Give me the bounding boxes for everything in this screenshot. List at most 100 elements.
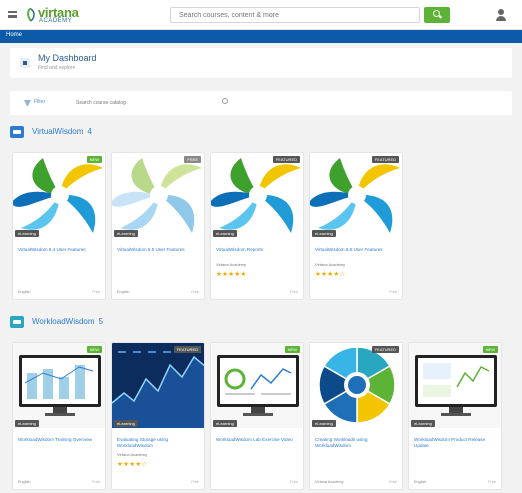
breadcrumb-home[interactable]: Home	[6, 32, 22, 38]
course-provider: Virtana Academy	[216, 262, 247, 267]
course-language: English	[414, 480, 427, 484]
status-badge: FEATURED	[371, 346, 399, 353]
search-icon	[433, 10, 440, 17]
course-price: Free	[191, 290, 199, 294]
logo-subtext: ACADEMY	[39, 18, 73, 24]
course-price: Free	[92, 290, 100, 294]
course-thumbnail[interactable]: NEW eLearning	[211, 343, 303, 428]
course-card[interactable]: FREE eLearning VirtualWisdom 6.5 User Feat…	[111, 152, 205, 300]
pie-illustration	[310, 343, 402, 428]
course-card[interactable]: NEW eLearning VirtualWisdom 6.4 User Featu…	[12, 152, 106, 300]
status-badge: FEATURED	[173, 346, 201, 353]
course-thumbnail[interactable]: NEW eLearning	[13, 153, 105, 238]
course-title[interactable]: VirtualWisdom Reports	[216, 247, 298, 253]
section-name: WorkloadWisdom	[32, 317, 95, 326]
course-card[interactable]: NEW eLearning WorkloadWisdom Product Relea…	[408, 342, 502, 490]
filter-icon[interactable]	[24, 100, 31, 106]
dashboard-icon	[20, 58, 30, 68]
status-badge: NEW	[284, 346, 300, 353]
status-badge: FEATURED	[371, 156, 399, 163]
course-price: Free	[488, 480, 496, 484]
course-language: Virtana Academy	[315, 480, 344, 484]
course-title[interactable]: VirtualWisdom 6.6 User Features	[315, 247, 397, 253]
page-subtitle: Find and explore	[38, 65, 76, 71]
rating-stars: ★★★★★	[216, 271, 247, 278]
course-title[interactable]: Evaluating Storage using WorkloadWisdom	[117, 437, 199, 449]
course-thumbnail[interactable]: FEATURED eLearning	[112, 343, 204, 428]
swirl-illustration	[13, 158, 103, 233]
course-type-tag: eLearning	[312, 420, 336, 427]
course-type-tag: eLearning	[15, 230, 39, 237]
rating-stars: ★★★★☆	[315, 271, 346, 278]
rating-stars: ★★★★☆	[117, 461, 148, 468]
course-card[interactable]: FEATURED eLearning VirtualWisdom 6.6 User …	[309, 152, 403, 300]
dashboard-header: My Dashboard Find and explore	[10, 48, 512, 78]
course-price: Free	[92, 480, 100, 484]
course-card[interactable]: FEATURED eLearning VirtualWisdom Reports Vi…	[210, 152, 304, 300]
catalog-search-icon[interactable]	[222, 98, 228, 104]
course-thumbnail[interactable]: FEATURED eLearning	[310, 343, 402, 428]
course-price: Free	[290, 480, 298, 484]
course-provider: Virtana Academy	[117, 452, 148, 457]
top-bar: virtana ACADEMY	[0, 0, 522, 30]
course-type-tag: eLearning	[15, 420, 39, 427]
filter-label[interactable]: Filter	[34, 99, 45, 105]
search-button[interactable]	[424, 7, 450, 23]
status-badge: FEATURED	[272, 156, 300, 163]
swirl-illustration	[112, 158, 202, 233]
course-title[interactable]: WorkloadWisdom Product Release Update	[414, 437, 496, 449]
section-title[interactable]: VirtualWisdom 4	[32, 127, 92, 136]
course-type-tag: eLearning	[114, 230, 138, 237]
hamburger-menu-icon[interactable]	[8, 11, 17, 18]
course-icon	[10, 126, 24, 138]
monitor-bars-illustration	[13, 343, 105, 428]
course-card[interactable]: FEATURED eLearning Evaluating Storage usin…	[111, 342, 205, 490]
page-title: My Dashboard	[38, 53, 97, 63]
filter-bar: Filter	[10, 91, 512, 115]
section-name: VirtualWisdom	[32, 127, 84, 136]
course-type-tag: eLearning	[114, 420, 138, 427]
course-price: Free	[389, 290, 397, 294]
course-thumbnail[interactable]: FEATURED eLearning	[211, 153, 303, 238]
logo-swirl-icon	[27, 8, 35, 22]
swirl-illustration	[211, 158, 301, 233]
course-price: Free	[191, 480, 199, 484]
user-profile-icon[interactable]	[496, 9, 506, 21]
catalog-search-input[interactable]	[76, 98, 216, 108]
status-badge: NEW	[86, 156, 102, 163]
breadcrumb-bar: Home	[0, 30, 522, 43]
global-search-input[interactable]	[170, 7, 420, 23]
status-badge: FREE	[184, 156, 201, 163]
course-title[interactable]: VirtualWisdom 6.5 User Features	[117, 247, 199, 253]
course-language: English	[18, 290, 31, 294]
course-type-tag: eLearning	[213, 230, 237, 237]
course-card[interactable]: NEW eLearning WorkloadWisdom Lab Exercise …	[210, 342, 304, 490]
course-type-tag: eLearning	[213, 420, 237, 427]
course-card[interactable]: FEATURED eLearning Creating Workloads usin…	[309, 342, 403, 490]
monitor-chart-illustration	[409, 343, 501, 428]
course-type-tag: eLearning	[411, 420, 435, 427]
course-thumbnail[interactable]: FREE eLearning	[112, 153, 204, 238]
course-price: Free	[290, 290, 298, 294]
section-count: 5	[98, 317, 103, 326]
course-icon	[10, 316, 24, 328]
course-thumbnail[interactable]: NEW eLearning	[409, 343, 501, 428]
course-language: English	[117, 290, 130, 294]
course-thumbnail[interactable]: NEW eLearning	[13, 343, 105, 428]
course-type-tag: eLearning	[312, 230, 336, 237]
course-title[interactable]: WorkloadWisdom Lab Exercise Video	[216, 437, 298, 443]
course-title[interactable]: VirtualWisdom 6.4 User Features	[18, 247, 100, 253]
course-card[interactable]: NEW eLearning WorkloadWisdom Training Over…	[12, 342, 106, 490]
course-title[interactable]: Creating Workloads using WorkloadWisdom	[315, 437, 397, 449]
status-badge: NEW	[482, 346, 498, 353]
status-badge: NEW	[86, 346, 102, 353]
stock-illustration	[112, 343, 204, 428]
course-thumbnail[interactable]: FEATURED eLearning	[310, 153, 402, 238]
section-count: 4	[87, 127, 92, 136]
section-title[interactable]: WorkloadWisdom 5	[32, 317, 103, 326]
course-provider: Virtana Academy	[315, 262, 346, 267]
course-price: Free	[389, 480, 397, 484]
course-title[interactable]: WorkloadWisdom Training Overview	[18, 437, 100, 443]
monitor-lines-illustration	[211, 343, 303, 428]
course-language: English	[18, 480, 31, 484]
